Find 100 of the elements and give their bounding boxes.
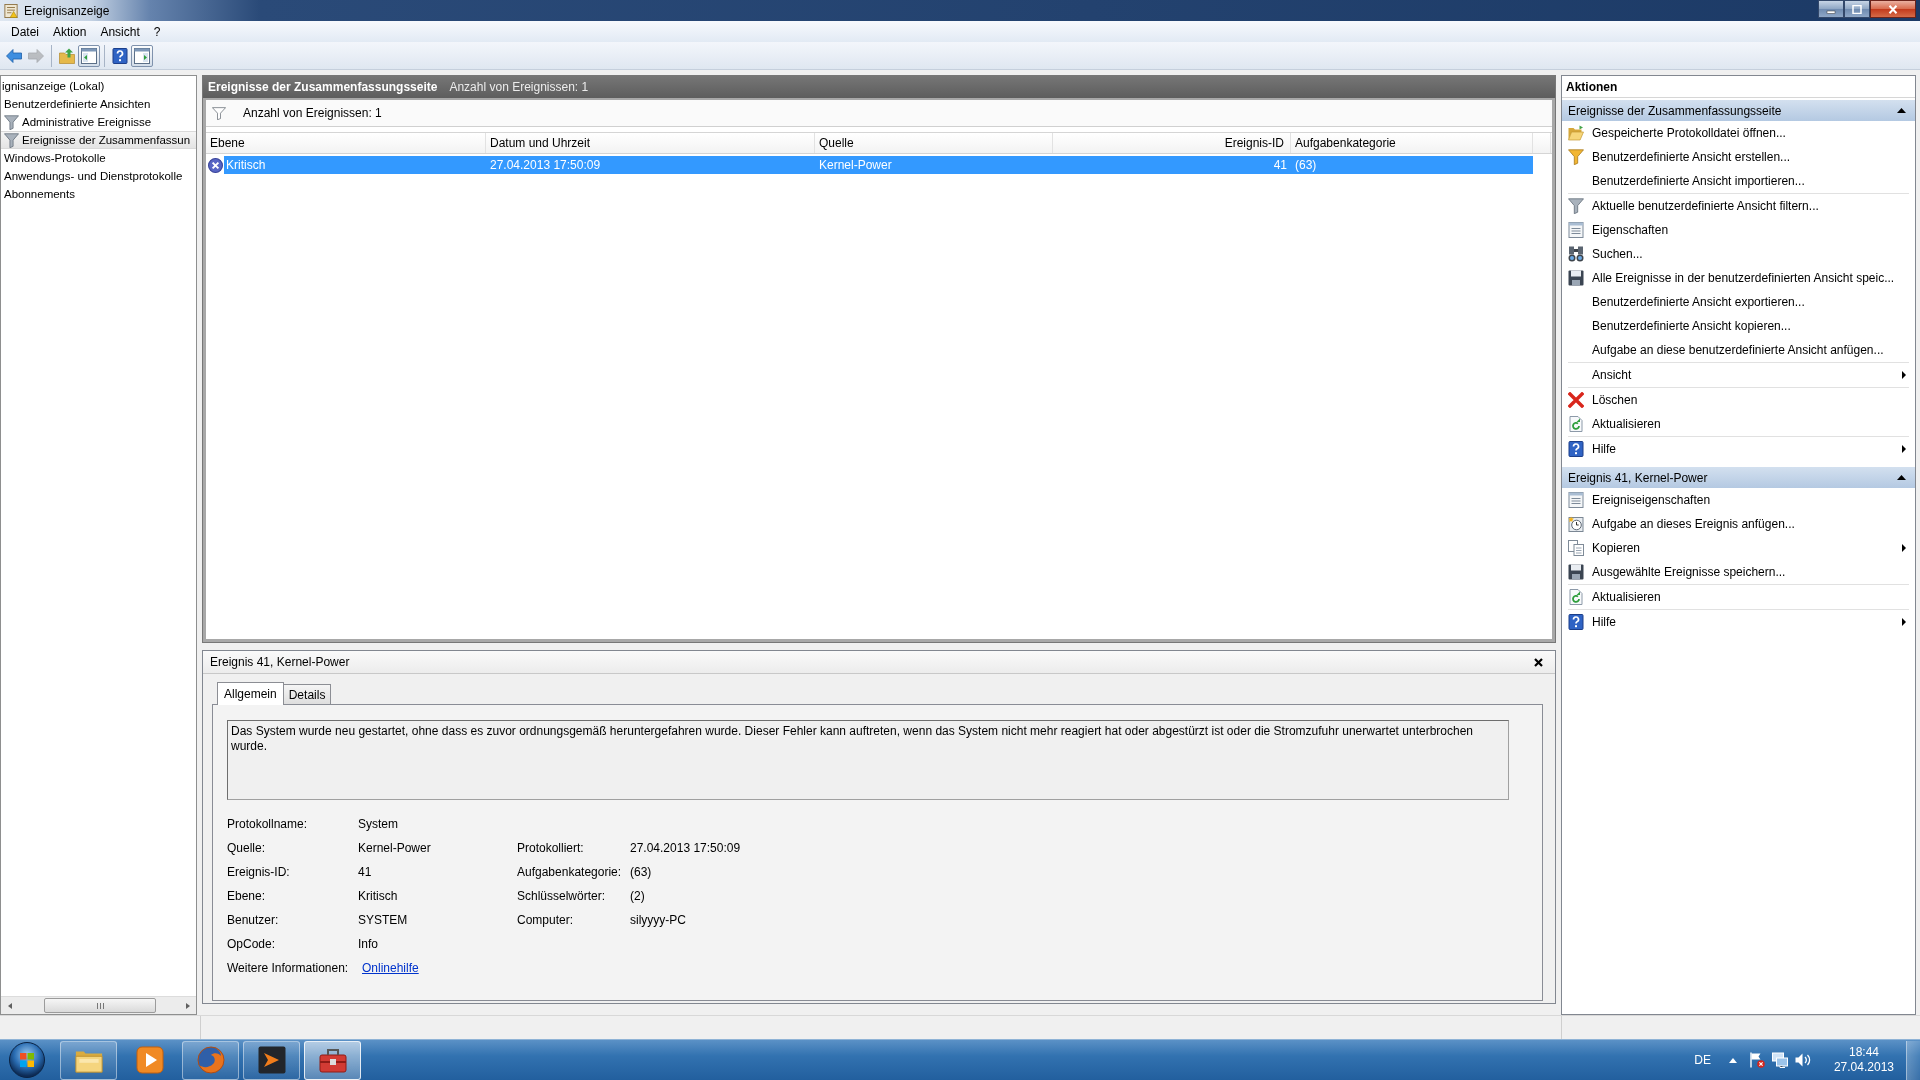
toolbar-button[interactable]: [78, 44, 100, 67]
field-label: Computer:: [517, 913, 575, 927]
field-label: Protokollname:: [227, 817, 309, 831]
close-button[interactable]: [1870, 0, 1916, 18]
column-header[interactable]: Quelle: [815, 133, 1053, 153]
tree-item[interactable]: Windows-Protokolle: [1, 149, 196, 167]
funnel-icon: [1568, 198, 1584, 214]
menu-item[interactable]: Ansicht: [93, 22, 147, 41]
toolbox-icon: [318, 1046, 347, 1074]
start-orb-icon[interactable]: [9, 1042, 45, 1078]
field-label: Ereignis-ID:: [227, 865, 291, 879]
action-item[interactable]: Löschen: [1568, 388, 1909, 412]
window-left-pane-icon: [81, 47, 97, 64]
right-triangle-icon: [1902, 544, 1906, 552]
list-window-icon: [1568, 222, 1584, 238]
table-cell-text: 41: [1272, 158, 1288, 172]
taskbar-button[interactable]: [304, 1040, 361, 1080]
help-icon: [1568, 441, 1584, 457]
table-cell-text: Kritisch: [225, 158, 267, 172]
table-cell-text: (63): [1294, 158, 1318, 172]
play-icon: [135, 1046, 164, 1074]
action-item[interactable]: Kopieren: [1562, 536, 1915, 560]
column-header[interactable]: Aufgabenkategorie: [1291, 133, 1533, 153]
tree-item[interactable]: Administrative Ereignisse: [1, 113, 196, 131]
tab[interactable]: Allgemein: [217, 682, 284, 705]
field-value: SYSTEM: [358, 913, 409, 927]
action-item[interactable]: Aufgabe an diese benutzerdefinierte Ansicht anfügen...: [1568, 338, 1909, 362]
menu-item[interactable]: ?: [146, 22, 168, 41]
field-value: (63): [630, 865, 653, 879]
table-cell-text: 27.04.2013 17:50:09: [489, 158, 602, 172]
field-label: Benutzer:: [227, 913, 280, 927]
maximize-button[interactable]: [1844, 0, 1870, 18]
speaker-icon[interactable]: [1794, 1052, 1811, 1068]
menu-item[interactable]: Aktion: [46, 22, 94, 41]
clock-date[interactable]: 27.04.2013: [1833, 1060, 1894, 1075]
link[interactable]: Onlinehilfe: [362, 961, 419, 975]
action-item[interactable]: Ansicht: [1568, 363, 1909, 387]
right-triangle-icon: [1902, 371, 1906, 379]
window-right-pane-icon: [134, 47, 150, 64]
binoculars-icon: [1568, 246, 1584, 262]
tree-item[interactable]: Ereignisse der Zusammenfassun: [1, 131, 196, 149]
folder-up-icon: [59, 47, 75, 64]
taskbar-button[interactable]: [243, 1040, 300, 1080]
action-item[interactable]: Alle Ereignisse in der benutzerdefinierten Ansicht speic...: [1568, 266, 1909, 290]
action-item[interactable]: Benutzerdefinierte Ansicht kopieren...: [1568, 314, 1909, 338]
language-indicator[interactable]: DE: [1694, 1053, 1711, 1067]
action-item[interactable]: Benutzerdefinierte Ansicht exportieren...: [1568, 290, 1909, 314]
tree-item[interactable]: Anwendungs- und Dienstprotokolle: [1, 167, 196, 185]
log-window-icon: [4, 3, 18, 18]
up-triangle-icon: [1897, 475, 1906, 480]
action-item[interactable]: Aufgabe an dieses Ereignis anfügen...: [1562, 512, 1915, 536]
up-triangle-icon[interactable]: [1728, 1057, 1737, 1063]
column-header[interactable]: Ebene: [206, 133, 486, 153]
menu-item[interactable]: Datei: [4, 22, 46, 41]
forward-arrow-icon: [28, 47, 44, 64]
action-item[interactable]: Aktuelle benutzerdefinierte Ansicht filtern...: [1568, 194, 1909, 218]
tree-item[interactable]: Abonnements: [1, 185, 196, 203]
funnel-icon: [4, 114, 19, 130]
action-item[interactable]: Ereigniseigenschaften: [1562, 488, 1915, 512]
section-header[interactable]: Ereignis 41, Kernel-Power: [1562, 467, 1915, 488]
show-desktop-button[interactable]: [1906, 1040, 1920, 1080]
action-item[interactable]: Benutzerdefinierte Ansicht importieren...: [1562, 169, 1915, 193]
field-label: Quelle:: [227, 841, 267, 855]
detail-title: Ereignis 41, Kernel-Power: [210, 655, 350, 669]
action-item[interactable]: Hilfe: [1568, 437, 1909, 461]
event-count: Anzahl von Ereignissen: 1: [449, 80, 589, 94]
right-triangle-icon: [1902, 618, 1906, 626]
field-value: System: [358, 817, 399, 831]
action-item[interactable]: Suchen...: [1568, 242, 1909, 266]
column-header[interactable]: Ereignis-ID: [1053, 133, 1291, 153]
tree-item[interactable]: ignisanzeige (Lokal): [1, 77, 196, 95]
network-icon[interactable]: [1771, 1052, 1788, 1068]
horizontal-scrollbar[interactable]: [1, 996, 196, 1014]
pane-title: Ereignisse der Zusammenfassungsseite: [208, 80, 438, 94]
funnel-icon: [1568, 149, 1584, 165]
clock-time[interactable]: 18:44: [1848, 1045, 1879, 1060]
field-label: Protokolliert:: [517, 841, 585, 855]
action-item[interactable]: Benutzerdefinierte Ansicht erstellen...: [1562, 145, 1915, 169]
action-item[interactable]: Ausgewählte Ereignisse speichern...: [1562, 560, 1915, 584]
chevron-tile-icon: [257, 1046, 286, 1074]
taskbar-button[interactable]: [60, 1040, 117, 1080]
column-header[interactable]: Datum und Uhrzeit: [486, 133, 815, 153]
section-header[interactable]: Ereignisse der Zusammenfassungsseite: [1562, 100, 1915, 121]
globe-icon: [196, 1046, 225, 1074]
action-item[interactable]: Aktualisieren: [1568, 412, 1909, 436]
tab[interactable]: Details: [282, 684, 332, 704]
help-icon: [112, 47, 128, 64]
tree-item[interactable]: Benutzerdefinierte Ansichten: [1, 95, 196, 113]
action-item[interactable]: Eigenschaften: [1568, 218, 1909, 242]
field-label: Schlüsselwörter:: [517, 889, 607, 903]
action-item[interactable]: Gespeicherte Protokolldatei öffnen...: [1562, 121, 1915, 145]
field-label: OpCode:: [227, 937, 277, 951]
action-item[interactable]: Hilfe: [1568, 610, 1909, 634]
toolbar-button[interactable]: [131, 44, 153, 67]
refresh-icon: [1568, 589, 1584, 605]
action-item[interactable]: Aktualisieren: [1568, 585, 1909, 609]
close-icon[interactable]: [1534, 657, 1543, 667]
minimize-button[interactable]: [1818, 0, 1844, 18]
flag-icon[interactable]: [1748, 1052, 1765, 1068]
x-mark-icon: [1568, 392, 1584, 408]
